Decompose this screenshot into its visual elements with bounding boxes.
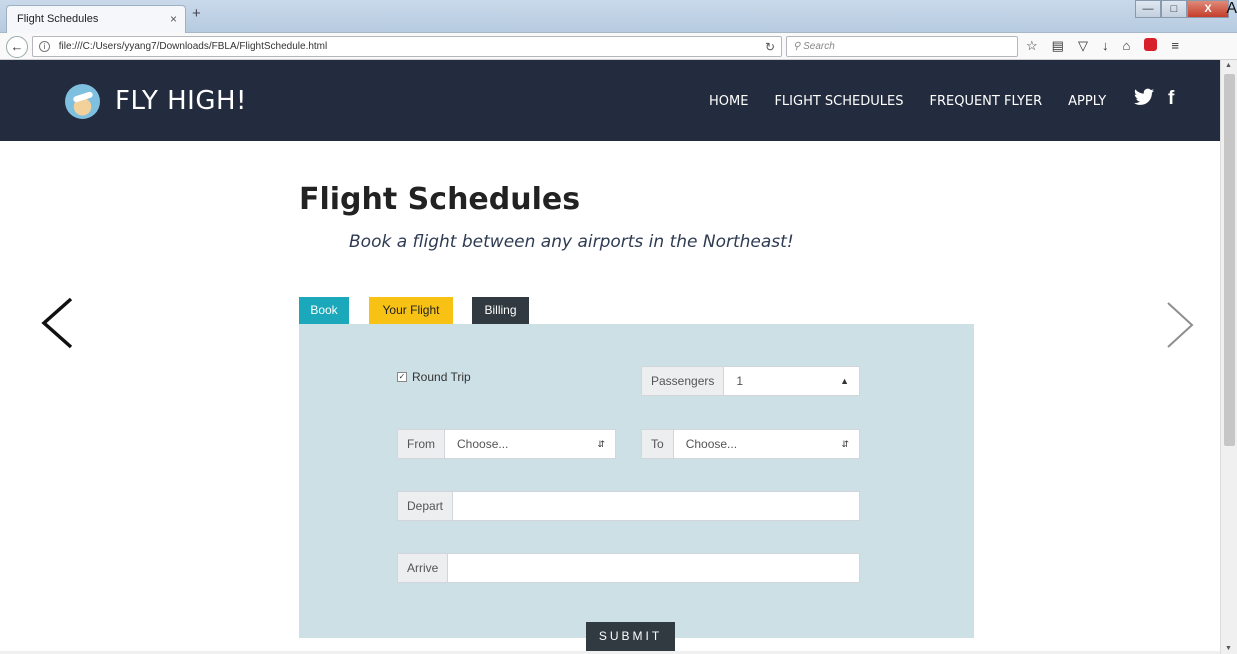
pocket-icon[interactable]: ▽ <box>1078 38 1088 54</box>
browser-toolbar: ← i file:///C:/Users/yyang7/Downloads/FB… <box>0 33 1237 60</box>
facebook-icon[interactable]: f <box>1168 88 1174 110</box>
close-tab-icon[interactable]: × <box>170 12 177 26</box>
round-trip-checkbox[interactable]: ✓ Round Trip <box>397 370 471 384</box>
page-subtitle: Book a flight between any airports in th… <box>349 232 794 252</box>
chevron-right-icon[interactable] <box>1164 300 1196 350</box>
tab-book[interactable]: Book <box>299 297 349 324</box>
to-value: Choose... <box>685 437 738 451</box>
chevron-left-icon[interactable] <box>38 296 76 350</box>
airplane-logo-icon[interactable] <box>65 84 100 119</box>
round-trip-label: Round Trip <box>412 370 471 384</box>
search-icon: ⚲ <box>793 41 801 52</box>
scroll-down-icon[interactable]: ▼ <box>1225 645 1232 652</box>
scroll-thumb[interactable] <box>1224 74 1235 446</box>
arrive-label: Arrive <box>398 554 449 582</box>
browser-tab[interactable]: Flight Schedules × <box>6 5 186 33</box>
from-select[interactable]: From Choose... ⇵ <box>397 429 616 459</box>
browser-tab-title: Flight Schedules <box>17 13 99 25</box>
to-label: To <box>642 430 674 458</box>
window-controls: — □ X <box>1135 0 1229 18</box>
download-icon[interactable]: ↓ <box>1102 38 1109 54</box>
toolbar-icons: ☆ ▤ ▽ ↓ ⌂ ≡ <box>1026 38 1179 54</box>
passengers-value: 1 <box>736 374 744 388</box>
tab-billing[interactable]: Billing <box>472 297 529 324</box>
nav-home[interactable]: HOME <box>709 94 748 109</box>
from-value: Choose... <box>457 437 509 451</box>
back-button[interactable]: ← <box>6 36 28 58</box>
select-caret-icon: ⇵ <box>841 439 849 449</box>
reading-list-icon[interactable]: ▤ <box>1052 38 1064 54</box>
home-icon[interactable]: ⌂ <box>1122 38 1130 54</box>
select-caret-icon: ▲ <box>840 376 849 386</box>
passengers-value-wrap: 1 ▲ <box>724 367 859 395</box>
url-bar[interactable]: i file:///C:/Users/yyang7/Downloads/FBLA… <box>32 36 782 57</box>
submit-button[interactable]: SUBMIT <box>586 622 675 651</box>
close-window-button[interactable]: X <box>1187 0 1229 18</box>
depart-label: Depart <box>398 492 454 520</box>
social-links: f <box>1134 88 1174 110</box>
reload-icon[interactable]: ↻ <box>765 40 775 54</box>
tab-your-flight[interactable]: Your Flight <box>369 297 453 324</box>
search-placeholder: Search <box>803 41 835 52</box>
page-scrollbar[interactable]: ▲ ▼ <box>1220 60 1237 654</box>
brand-name[interactable]: FLY HIGH! <box>115 86 247 116</box>
to-value-wrap: Choose... ⇵ <box>674 430 859 458</box>
from-label: From <box>398 430 445 458</box>
adblock-icon[interactable] <box>1144 38 1158 51</box>
passengers-label: Passengers <box>642 367 725 395</box>
url-text: file:///C:/Users/yyang7/Downloads/FBLA/F… <box>58 41 328 52</box>
main-nav: HOME FLIGHT SCHEDULES FREQUENT FLYER APP… <box>709 94 1106 109</box>
depart-input[interactable] <box>453 492 859 520</box>
menu-icon[interactable]: ≡ <box>1171 38 1179 54</box>
from-value-wrap: Choose... ⇵ <box>445 430 615 458</box>
maximize-button[interactable]: □ <box>1161 0 1187 18</box>
search-input[interactable]: ⚲ Search <box>786 36 1018 57</box>
stray-glyph: A <box>1226 0 1237 17</box>
to-select[interactable]: To Choose... ⇵ <box>641 429 860 459</box>
select-caret-icon: ⇵ <box>597 439 605 449</box>
nav-apply[interactable]: APPLY <box>1068 94 1106 109</box>
depart-field[interactable]: Depart <box>397 491 860 521</box>
arrive-field[interactable]: Arrive <box>397 553 860 583</box>
passengers-select[interactable]: Passengers 1 ▲ <box>641 366 860 396</box>
nav-flight-schedules[interactable]: FLIGHT SCHEDULES <box>774 94 903 109</box>
bookmark-star-icon[interactable]: ☆ <box>1026 38 1038 54</box>
page-title: Flight Schedules <box>299 182 581 217</box>
info-icon[interactable]: i <box>39 41 50 52</box>
browser-tabstrip: Flight Schedules × + — □ X A <box>0 0 1237 33</box>
checkbox-checked-icon[interactable]: ✓ <box>397 372 407 382</box>
twitter-icon[interactable] <box>1134 88 1154 106</box>
scroll-up-icon[interactable]: ▲ <box>1225 62 1232 69</box>
arrive-input[interactable] <box>448 554 859 582</box>
site-header: FLY HIGH! HOME FLIGHT SCHEDULES FREQUENT… <box>0 60 1220 141</box>
nav-frequent-flyer[interactable]: FREQUENT FLYER <box>929 94 1042 109</box>
minimize-button[interactable]: — <box>1135 0 1161 18</box>
new-tab-button[interactable]: + <box>192 5 201 22</box>
